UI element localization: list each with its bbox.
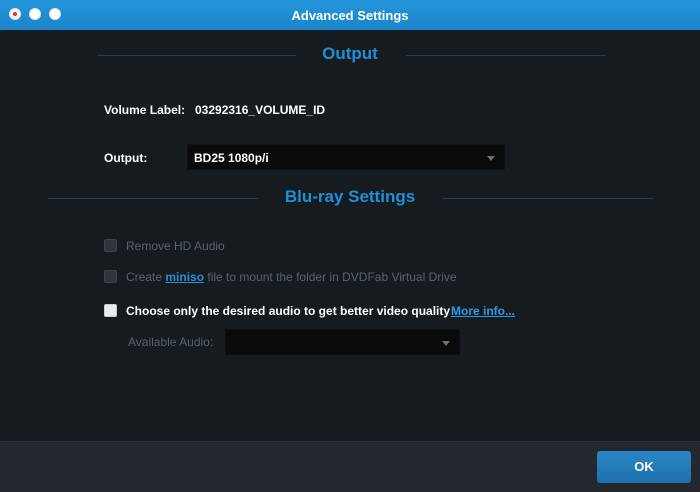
divider-line <box>406 55 606 56</box>
title-bar: Advanced Settings <box>0 0 700 30</box>
advanced-settings-window: Advanced Settings Output Volume Label: 0… <box>0 0 700 492</box>
miniso-link[interactable]: miniso <box>165 270 204 284</box>
create-miniso-suffix: file to mount the folder in DVDFab Virtu… <box>204 270 457 284</box>
remove-hd-audio-label: Remove HD Audio <box>126 239 225 253</box>
ok-button[interactable]: OK <box>597 451 691 483</box>
output-section-header: Output <box>0 44 700 68</box>
footer-bar: OK <box>0 441 700 492</box>
divider-line <box>443 198 654 199</box>
output-select[interactable]: BD25 1080p/i <box>187 144 505 170</box>
create-miniso-prefix: Create <box>126 270 166 284</box>
available-audio-label: Available Audio: <box>128 335 214 349</box>
remove-hd-audio-checkbox <box>104 239 117 252</box>
volume-label-value[interactable]: 03292316_VOLUME_ID <box>195 103 325 117</box>
bluray-section-header: Blu-ray Settings <box>0 187 700 211</box>
create-miniso-label: Create miniso file to mount the folder i… <box>126 270 457 284</box>
volume-label-label: Volume Label: <box>104 103 186 117</box>
bluray-section-title: Blu-ray Settings <box>284 187 416 206</box>
more-info-link[interactable]: More info... <box>451 304 515 318</box>
chevron-down-icon <box>487 156 495 161</box>
output-section-title: Output <box>322 44 378 63</box>
output-select-value: BD25 1080p/i <box>194 151 269 165</box>
create-miniso-checkbox <box>104 270 117 283</box>
chevron-down-icon <box>442 341 450 346</box>
available-audio-select <box>225 329 460 355</box>
output-label: Output: <box>104 151 148 165</box>
choose-audio-checkbox[interactable] <box>104 304 117 317</box>
choose-audio-label[interactable]: Choose only the desired audio to get bet… <box>126 304 450 318</box>
window-title: Advanced Settings <box>291 8 409 23</box>
